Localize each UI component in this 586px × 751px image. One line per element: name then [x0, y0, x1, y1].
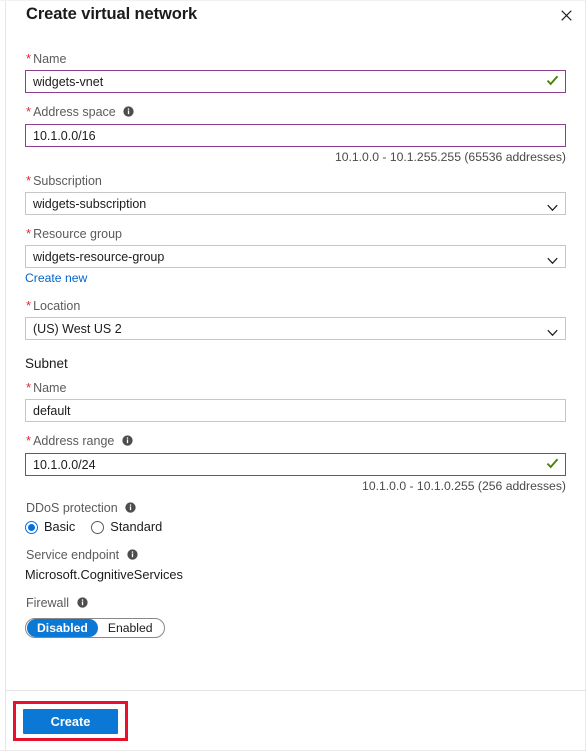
required-asterisk: * — [26, 104, 32, 119]
address-space-label: * Address space — [26, 105, 566, 120]
firewall-label: Firewall — [26, 596, 566, 611]
info-icon[interactable] — [123, 106, 134, 120]
required-asterisk: * — [26, 226, 32, 241]
required-asterisk: * — [26, 298, 32, 313]
field-address-space: *Address space 10.1.0.0 - 10.1.255.255 (… — [25, 105, 566, 164]
info-icon[interactable] — [76, 597, 88, 611]
service-endpoint-label-text: Service endpoint — [26, 548, 120, 562]
ddos-radio-basic[interactable]: Basic — [25, 520, 75, 534]
service-endpoint-label: Service endpoint — [26, 548, 566, 563]
required-asterisk: * — [26, 380, 32, 395]
vnet-name-label: * Name — [26, 52, 566, 66]
resource-group-label: * Resource group — [26, 227, 566, 241]
location-label: * Location — [26, 299, 566, 313]
firewall-toggle-enabled[interactable]: Enabled — [98, 619, 163, 637]
subscription-label: * Subscription — [26, 174, 566, 188]
firewall-toggle-disabled[interactable]: Disabled — [27, 619, 98, 637]
subnet-address-range-label: * Address range — [26, 434, 566, 449]
info-glyph — [125, 502, 136, 513]
address-space-label-text: Address space — [33, 105, 116, 119]
firewall-label-text: Firewall — [26, 596, 70, 610]
subnet-name-input-wrap — [25, 399, 566, 422]
field-firewall: Firewall Disabled Enabled — [25, 596, 566, 638]
field-resource-group: *Resource group Create new — [25, 227, 566, 287]
close-icon[interactable] — [553, 4, 579, 26]
info-glyph — [76, 597, 88, 608]
form-fields: *Name *Address space — [25, 26, 566, 638]
ddos-protection-radio-group: Basic Standard — [25, 520, 566, 534]
vnet-name-input[interactable] — [25, 70, 566, 93]
resource-group-select-wrap — [25, 245, 566, 268]
radio-mark-basic — [25, 520, 38, 534]
info-icon[interactable] — [126, 549, 138, 563]
ddos-radio-basic-label: Basic — [44, 519, 76, 534]
location-label-text: Location — [33, 299, 81, 313]
blade-header: Create virtual network — [6, 1, 585, 27]
info-glyph — [122, 435, 133, 446]
subnet-section-title: Subnet — [25, 356, 68, 371]
create-new-resource-group-link[interactable]: Create new — [25, 271, 87, 285]
subnet-address-range-hint: 10.1.0.0 - 10.1.0.255 (256 addresses) — [362, 479, 566, 493]
subscription-select-wrap — [25, 192, 566, 215]
required-asterisk: * — [26, 173, 32, 188]
create-button[interactable]: Create — [23, 709, 118, 734]
subnet-section-heading-wrap: Subnet — [25, 356, 566, 372]
address-space-input-wrap — [25, 124, 566, 147]
address-space-input[interactable] — [25, 124, 566, 147]
field-location: * Location — [25, 299, 566, 340]
subscription-label-text: Subscription — [33, 174, 102, 188]
field-subnet-name: * Name — [25, 381, 566, 422]
vnet-name-label-text: Name — [33, 52, 67, 66]
field-vnet-name: * Name — [25, 52, 566, 93]
subnet-address-range-input-wrap — [25, 453, 566, 476]
subnet-address-range-label-text: Address range — [33, 434, 115, 448]
info-icon[interactable] — [122, 435, 133, 449]
create-virtual-network-blade: Create virtual network * Name widgets-vn… — [0, 0, 586, 751]
subnet-name-label: * Name — [26, 381, 566, 395]
ddos-protection-label-text: DDoS protection — [26, 501, 118, 515]
subnet-name-label-text: Name — [33, 381, 67, 395]
info-icon[interactable] — [125, 502, 136, 516]
resource-group-select[interactable] — [25, 245, 566, 268]
ddos-radio-standard-label: Standard — [110, 519, 163, 534]
info-glyph — [126, 549, 138, 560]
subnet-address-range-input[interactable] — [25, 453, 566, 476]
ddos-radio-standard[interactable]: Standard — [91, 520, 162, 534]
field-subnet-address-range: * Address range 10.1.0.0/24 10.1.0.0 - 1… — [25, 434, 566, 493]
location-select-wrap — [25, 317, 566, 340]
radio-mark-standard — [91, 520, 105, 534]
service-endpoint-value: Microsoft.CognitiveServices — [25, 567, 183, 582]
resource-group-label-text: Resource group — [33, 227, 123, 241]
field-subscription: * Subscription — [25, 174, 566, 215]
vnet-name-input-wrap — [25, 70, 566, 93]
firewall-toggle-group: Disabled Enabled — [25, 618, 165, 638]
close-glyph — [560, 9, 572, 21]
subnet-name-input[interactable] — [25, 399, 566, 422]
blade-footer: Create — [6, 690, 585, 750]
info-glyph — [123, 106, 134, 117]
required-asterisk: * — [26, 433, 32, 448]
ddos-protection-label: DDoS protection — [26, 501, 566, 516]
required-asterisk: * — [26, 51, 32, 66]
address-space-hint: 10.1.0.0 - 10.1.255.255 (65536 addresses… — [334, 150, 566, 164]
field-ddos-protection: DDoS protection Basic Standard — [25, 501, 566, 534]
field-service-endpoint: Service endpoint Microsoft.CognitiveServ… — [25, 548, 566, 583]
form-body: *Name *Address space — [6, 26, 585, 691]
location-select[interactable] — [25, 317, 566, 340]
subscription-select[interactable] — [25, 192, 566, 215]
page-title: Create virtual network — [26, 5, 198, 23]
